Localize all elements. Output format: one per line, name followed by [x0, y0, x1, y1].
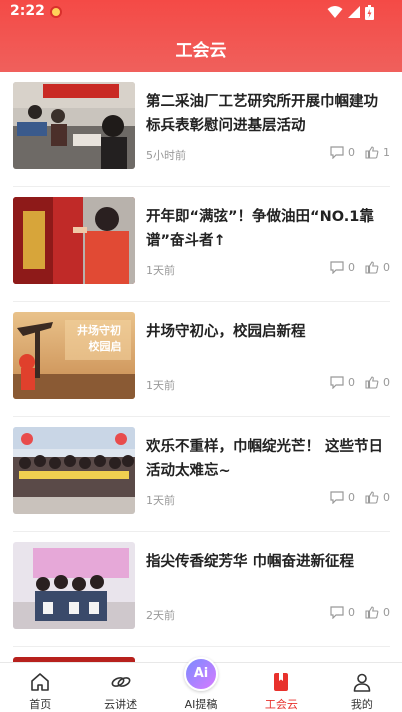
- thumb-text-line1: 井场守初: [77, 323, 121, 337]
- article-title[interactable]: 井场守初心，校园启新程: [146, 320, 390, 344]
- like-count: 0: [383, 376, 390, 389]
- article-meta: 5小时前 0 1: [146, 146, 390, 162]
- signal-icon: [348, 6, 360, 18]
- comment-count: 0: [348, 261, 355, 274]
- comment-count: 0: [348, 606, 355, 619]
- link-icon: [111, 677, 131, 687]
- tab-union-cloud[interactable]: 工会云: [241, 663, 321, 712]
- article-meta: 2天前 0 0: [146, 606, 390, 622]
- article-thumbnail[interactable]: [13, 427, 135, 514]
- tab-mine-label: 我的: [350, 698, 373, 711]
- comment-icon[interactable]: [330, 146, 344, 159]
- list-item[interactable]: 欢乐不重样，巾帼绽光芒！ 这些节日活动太难忘~ 1天前 0 0: [13, 417, 390, 532]
- comment-icon[interactable]: [330, 491, 344, 504]
- tab-cloud-talk[interactable]: 云讲述: [80, 663, 160, 712]
- article-title[interactable]: 开年即“满弦”！争做油田“NO.1靠谱”奋斗者↑: [146, 205, 390, 253]
- comment-icon[interactable]: [330, 606, 344, 619]
- list-item[interactable]: 井场守初 校园启 井场守初心，校园启新程 1天前 0 0: [13, 302, 390, 417]
- article-title[interactable]: 指尖传香绽芳华 巾帼奋进新征程: [146, 550, 390, 574]
- news-feed[interactable]: 第二采油厂工艺研究所开展巾帼建功标兵表彰慰问进基层活动 5小时前 0 1 开年即…: [0, 72, 402, 662]
- like-icon[interactable]: [365, 491, 379, 504]
- wifi-icon: [327, 6, 343, 18]
- like-icon[interactable]: [365, 606, 379, 619]
- system-icons: [327, 4, 374, 20]
- tab-ai-draft-label: AI提稿: [184, 698, 218, 711]
- list-item[interactable]: 指尖传香绽芳华 巾帼奋进新征程 2天前 0 0: [13, 532, 390, 647]
- article-time: 1天前: [146, 379, 175, 392]
- bookmark-icon: [274, 673, 289, 691]
- like-count: 0: [383, 606, 390, 619]
- like-icon[interactable]: [365, 146, 379, 159]
- tab-cloud-talk-label: 云讲述: [104, 698, 138, 711]
- comment-count: 0: [348, 491, 355, 504]
- article-thumbnail[interactable]: 井场守初 校园启: [13, 312, 135, 399]
- article-meta: 1天前 0 0: [146, 491, 390, 507]
- comment-icon[interactable]: [330, 376, 344, 389]
- tab-union-cloud-label: 工会云: [264, 698, 298, 711]
- status-time: 2:22: [10, 3, 45, 19]
- thumb-text-line2: 校园启: [89, 339, 122, 353]
- article-time: 1天前: [146, 494, 175, 507]
- article-title[interactable]: 欢乐不重样，巾帼绽光芒！ 这些节日活动太难忘~: [146, 435, 390, 483]
- battery-icon: [365, 4, 374, 20]
- article-title[interactable]: 第二采油厂工艺研究所开展巾帼建功标兵表彰慰问进基层活动: [146, 90, 390, 138]
- comment-icon[interactable]: [330, 261, 344, 274]
- tab-home[interactable]: 首页: [0, 663, 80, 712]
- like-count: 1: [383, 146, 390, 159]
- status-bar: 2:22: [0, 0, 402, 24]
- tab-ai-draft[interactable]: Ai AI提稿: [161, 657, 241, 712]
- article-time: 2天前: [146, 609, 175, 622]
- list-item[interactable]: 第二采油厂工艺研究所开展巾帼建功标兵表彰慰问进基层活动 5小时前 0 1: [13, 72, 390, 187]
- article-time: 5小时前: [146, 149, 186, 162]
- comment-count: 0: [348, 146, 355, 159]
- article-thumbnail[interactable]: [13, 197, 135, 284]
- tab-home-label: 首页: [29, 698, 52, 711]
- article-thumbnail[interactable]: [13, 82, 135, 169]
- like-count: 0: [383, 261, 390, 274]
- notification-icon: [50, 6, 62, 18]
- article-time: 1天前: [146, 264, 175, 277]
- bottom-tab-bar: 首页 云讲述 Ai AI提稿 工会云 我的: [0, 657, 402, 712]
- ai-icon: Ai: [184, 657, 219, 691]
- home-icon: [31, 673, 50, 691]
- like-icon[interactable]: [365, 261, 379, 274]
- article-meta: 1天前 0 0: [146, 376, 390, 392]
- list-item[interactable]: 开年即“满弦”！争做油田“NO.1靠谱”奋斗者↑ 1天前 0 0: [13, 187, 390, 302]
- tab-mine[interactable]: 我的: [322, 663, 402, 712]
- article-meta: 1天前 0 0: [146, 261, 390, 277]
- page-title: 工会云: [175, 41, 227, 61]
- app-header: 2:22 工会云: [0, 0, 402, 72]
- user-icon: [353, 673, 371, 692]
- like-count: 0: [383, 491, 390, 504]
- comment-count: 0: [348, 376, 355, 389]
- article-thumbnail[interactable]: [13, 542, 135, 629]
- like-icon[interactable]: [365, 376, 379, 389]
